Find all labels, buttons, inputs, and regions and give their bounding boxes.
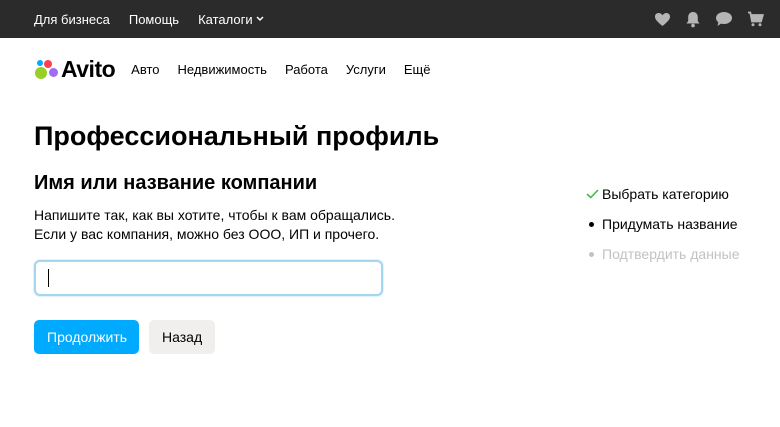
- main-nav: Avito Авто Недвижимость Работа Услуги Ещ…: [34, 52, 448, 86]
- continue-button[interactable]: Продолжить: [34, 320, 139, 354]
- bell-icon[interactable]: [685, 11, 701, 28]
- avito-logo[interactable]: Avito: [34, 55, 116, 83]
- description-line-2: Если у вас компания, можно без ООО, ИП и…: [34, 226, 380, 242]
- current-dot-icon: [586, 221, 602, 227]
- back-button[interactable]: Назад: [149, 320, 215, 354]
- top-bar: Для бизнеса Помощь Каталоги: [0, 0, 780, 38]
- cart-icon[interactable]: [747, 11, 764, 27]
- step-label: Придумать название: [602, 216, 738, 232]
- chevron-down-icon: [256, 16, 264, 22]
- nav-item-services[interactable]: Услуги: [346, 62, 386, 77]
- logo-dots-icon: [34, 57, 58, 81]
- nav-item-more[interactable]: Ещё: [404, 62, 431, 77]
- heart-icon[interactable]: [654, 12, 671, 27]
- description-line-1: Напишите так, как вы хотите, чтобы к вам…: [34, 207, 395, 223]
- help-link[interactable]: Помощь: [129, 12, 179, 27]
- pending-dot-icon: [586, 251, 602, 257]
- nav-item-auto[interactable]: Авто: [131, 62, 159, 77]
- company-name-input[interactable]: [34, 260, 383, 296]
- catalogs-menu[interactable]: Каталоги: [198, 12, 264, 27]
- description: Напишите так, как вы хотите, чтобы к вам…: [34, 206, 395, 244]
- for-business-link[interactable]: Для бизнеса: [34, 12, 110, 27]
- progress-steps: Выбрать категорию Придумать название Под…: [586, 179, 740, 269]
- step-choose-category: Выбрать категорию: [586, 179, 740, 209]
- page-title: Профессиональный профиль: [34, 121, 440, 151]
- nav-item-realty[interactable]: Недвижимость: [178, 62, 267, 77]
- step-choose-name: Придумать название: [586, 209, 740, 239]
- text-caret: [48, 269, 49, 287]
- chat-icon[interactable]: [715, 11, 733, 27]
- logo-text: Avito: [61, 55, 116, 82]
- step-label: Выбрать категорию: [602, 186, 729, 202]
- nav-item-jobs[interactable]: Работа: [285, 62, 328, 77]
- top-links: Для бизнеса Помощь Каталоги: [34, 12, 283, 27]
- top-icons: [640, 0, 764, 38]
- step-confirm-data: Подтвердить данные: [586, 239, 740, 269]
- catalogs-label: Каталоги: [198, 11, 253, 27]
- step-label: Подтвердить данные: [602, 246, 740, 262]
- check-icon: [586, 189, 602, 199]
- section-title: Имя или название компании: [34, 172, 318, 194]
